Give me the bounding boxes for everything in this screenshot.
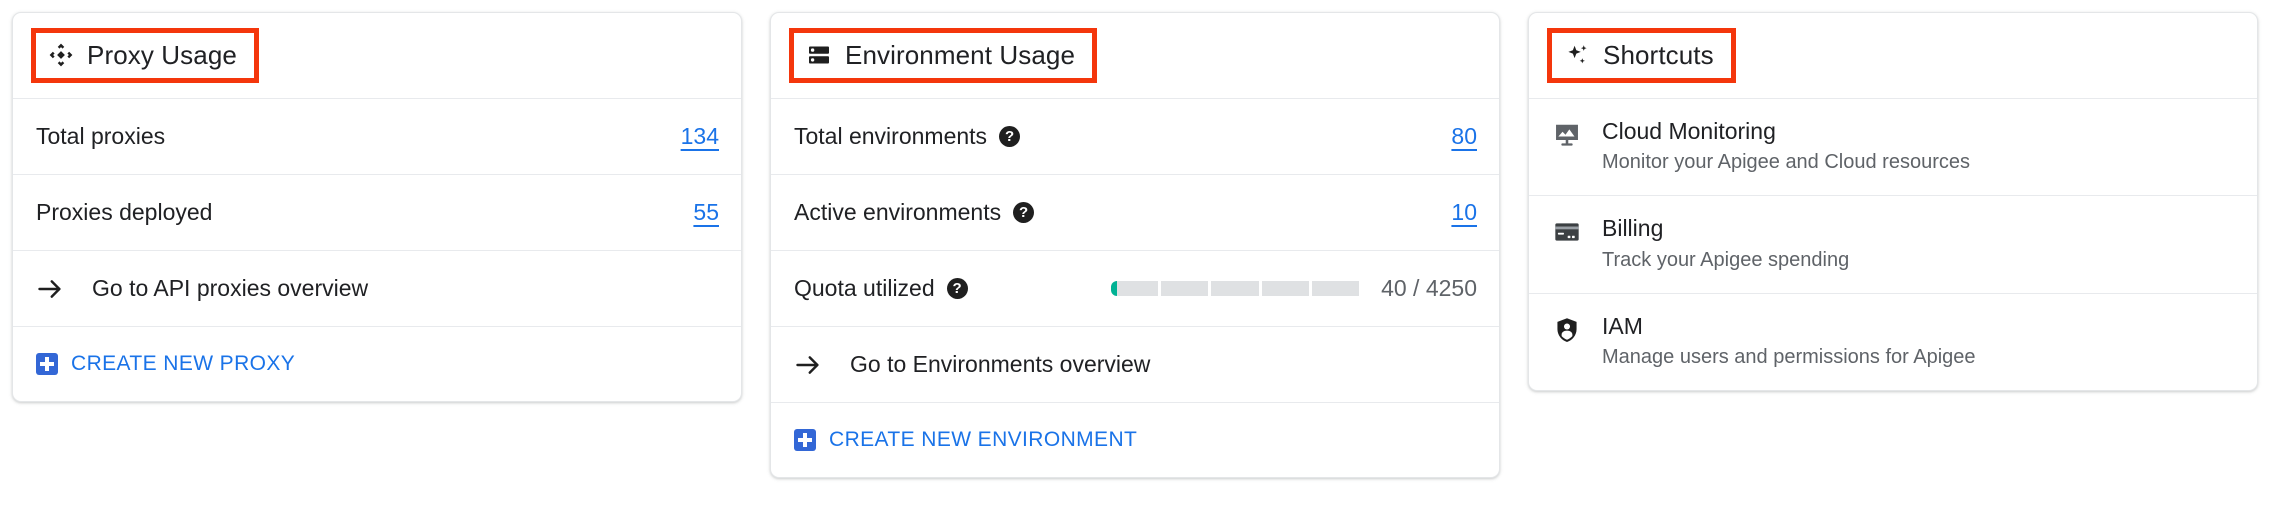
active-environments-text: Active environments <box>794 199 1002 225</box>
go-to-environments-overview-label: Go to Environments overview <box>850 351 1151 377</box>
environment-usage-header: Environment Usage <box>771 13 1499 98</box>
table-row: Proxies deployed 55 <box>13 174 741 250</box>
shortcuts-card: Shortcuts Cloud Monitoring Monitor your … <box>1528 12 2258 392</box>
shortcut-body: Billing Track your Apigee spending <box>1602 215 1849 271</box>
dashboard-cards-board: Proxy Usage Total proxies 134 Proxies de… <box>0 0 2284 522</box>
quota-utilized-text: Quota utilized <box>794 275 935 301</box>
arrow-right-icon <box>36 275 64 303</box>
quota-utilized-row: Quota utilized ? 40 / 4250 <box>771 250 1499 326</box>
help-icon[interactable]: ? <box>946 278 968 299</box>
proxy-usage-card: Proxy Usage Total proxies 134 Proxies de… <box>12 12 742 402</box>
arrow-right-icon <box>794 351 822 379</box>
total-environments-label: Total environments ? <box>794 123 1021 150</box>
shortcut-item-billing[interactable]: Billing Track your Apigee spending <box>1529 195 2257 292</box>
progress-segment <box>1261 281 1309 296</box>
create-new-proxy-button[interactable]: CREATE NEW PROXY <box>13 326 741 401</box>
monitor-chart-icon <box>1552 120 1582 150</box>
total-proxies-label: Total proxies <box>36 123 166 149</box>
quota-utilized-label: Quota utilized ? <box>794 275 968 302</box>
progress-segment <box>1111 281 1159 296</box>
shortcut-item-iam[interactable]: IAM Manage users and permissions for Api… <box>1529 292 2257 390</box>
environment-usage-title-highlight: Environment Usage <box>789 27 1098 84</box>
proxy-usage-title: Proxy Usage <box>87 39 237 70</box>
proxy-usage-title-highlight: Proxy Usage <box>31 27 259 84</box>
plus-square-icon <box>794 429 816 451</box>
quota-utilized-value: 40 / 4250 <box>1381 275 1477 301</box>
quota-progress-bar <box>1111 281 1360 296</box>
total-environments-text: Total environments <box>794 123 988 149</box>
environment-usage-card: Environment Usage Total environments ? 8… <box>770 12 1500 478</box>
active-environments-label: Active environments ? <box>794 199 1035 226</box>
environment-usage-title: Environment Usage <box>845 39 1076 70</box>
shortcut-title: Cloud Monitoring <box>1602 118 1776 144</box>
progress-segment <box>1311 281 1360 296</box>
total-environments-value[interactable]: 80 <box>1451 123 1477 150</box>
shortcut-body: IAM Manage users and permissions for Api… <box>1602 313 1976 369</box>
help-icon[interactable]: ? <box>1013 202 1035 223</box>
table-row: Total environments ? 80 <box>771 98 1499 174</box>
shortcuts-title: Shortcuts <box>1603 39 1714 70</box>
create-new-proxy-label: CREATE NEW PROXY <box>71 352 296 375</box>
shortcut-subtitle: Monitor your Apigee and Cloud resources <box>1602 151 1970 174</box>
shortcuts-title-highlight: Shortcuts <box>1547 27 1736 84</box>
shortcuts-header: Shortcuts <box>1529 13 2257 98</box>
create-new-environment-button[interactable]: CREATE NEW ENVIRONMENT <box>771 402 1499 477</box>
active-environments-value[interactable]: 10 <box>1451 199 1477 226</box>
proxies-deployed-value[interactable]: 55 <box>693 199 719 226</box>
table-row: Total proxies 134 <box>13 98 741 174</box>
go-to-api-proxies-overview-link[interactable]: Go to API proxies overview <box>13 250 741 326</box>
shortcut-item-cloud-monitoring[interactable]: Cloud Monitoring Monitor your Apigee and… <box>1529 98 2257 195</box>
sparkle-icon <box>1564 42 1590 68</box>
proxy-usage-header: Proxy Usage <box>13 13 741 98</box>
help-icon[interactable]: ? <box>999 126 1021 147</box>
shortcut-subtitle: Track your Apigee spending <box>1602 248 1850 271</box>
shield-person-icon <box>1552 315 1582 345</box>
progress-segment <box>1161 281 1209 296</box>
proxy-diamond-icon <box>48 42 74 68</box>
shortcut-body: Cloud Monitoring Monitor your Apigee and… <box>1602 118 1970 174</box>
credit-card-icon <box>1552 217 1582 247</box>
quota-progress-fill <box>1111 281 1118 296</box>
shortcut-title: Billing <box>1602 215 1664 242</box>
server-rack-icon <box>806 42 832 68</box>
go-to-api-proxies-overview-label: Go to API proxies overview <box>92 275 369 301</box>
table-row: Active environments ? 10 <box>771 174 1499 250</box>
plus-square-icon <box>36 353 58 375</box>
quota-utilized-meter-group: 40 / 4250 <box>1111 275 1477 302</box>
total-proxies-value[interactable]: 134 <box>681 123 719 150</box>
create-new-environment-label: CREATE NEW ENVIRONMENT <box>829 428 1138 451</box>
shortcut-title: IAM <box>1602 312 1643 339</box>
go-to-environments-overview-link[interactable]: Go to Environments overview <box>771 326 1499 402</box>
progress-segment <box>1211 281 1259 296</box>
shortcut-subtitle: Manage users and permissions for Apigee <box>1602 346 1976 369</box>
proxies-deployed-label: Proxies deployed <box>36 199 213 225</box>
